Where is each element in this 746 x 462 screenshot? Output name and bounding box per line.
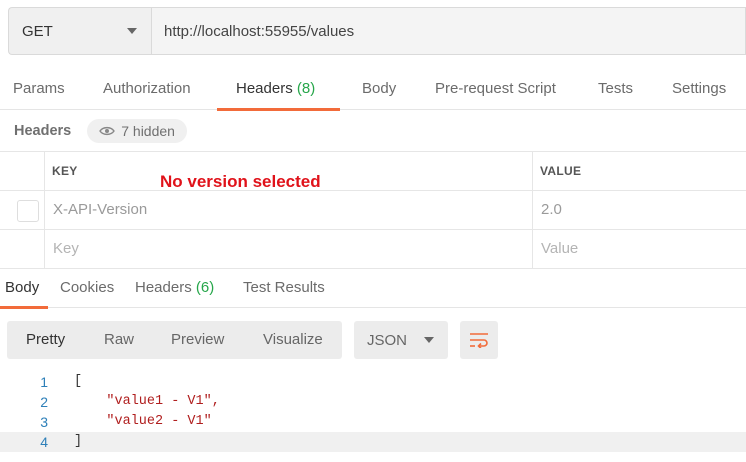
response-tabs: Body Cookies Headers (6) Test Results xyxy=(0,267,746,309)
tab-params[interactable]: Params xyxy=(13,70,65,110)
response-tab-body[interactable]: Body xyxy=(0,267,49,309)
code-string: "value2 - V1" xyxy=(74,414,212,429)
pretty-button[interactable]: Pretty xyxy=(26,321,65,359)
code-line: 3 "value2 - V1" xyxy=(0,412,746,432)
hidden-headers-toggle[interactable]: 7 hidden xyxy=(87,119,187,143)
headers-subheader: Headers 7 hidden xyxy=(14,119,187,143)
code-text: ] xyxy=(74,434,83,449)
code-line-current: 4 ] xyxy=(0,432,746,452)
headers-table: KEY VALUE X-API-Version 2.0 Key Value xyxy=(0,151,746,269)
code-line: 1 [ xyxy=(0,372,746,392)
response-tab-headers[interactable]: Headers (6) xyxy=(135,267,214,308)
tab-authorization[interactable]: Authorization xyxy=(103,70,191,110)
tab-headers[interactable]: Headers (8) xyxy=(216,70,341,111)
header-key-cell[interactable]: X-API-Version xyxy=(53,201,147,218)
column-header-value: VALUE xyxy=(540,164,582,178)
table-header-row: KEY VALUE xyxy=(0,152,746,191)
method-select[interactable]: GET xyxy=(8,7,151,55)
code-line: 2 "value1 - V1", xyxy=(0,392,746,412)
raw-button[interactable]: Raw xyxy=(104,321,134,359)
tab-body[interactable]: Body xyxy=(362,70,396,110)
method-label: GET xyxy=(22,22,53,40)
new-key-input[interactable]: Key xyxy=(53,240,79,257)
visualize-button[interactable]: Visualize xyxy=(263,321,323,359)
wrap-lines-icon xyxy=(470,333,488,348)
url-text: http://localhost:55955/values xyxy=(164,22,355,40)
line-number: 3 xyxy=(40,414,48,430)
new-value-input[interactable]: Value xyxy=(541,240,578,257)
tab-pre-request-script[interactable]: Pre-request Script xyxy=(435,70,556,110)
header-enable-checkbox[interactable] xyxy=(17,200,39,222)
line-number: 1 xyxy=(40,374,48,390)
response-tab-cookies[interactable]: Cookies xyxy=(60,267,114,308)
line-number: 2 xyxy=(40,394,48,410)
language-select[interactable]: JSON xyxy=(354,321,448,359)
annotation-text: No version selected xyxy=(160,172,321,191)
eye-icon xyxy=(99,126,116,136)
table-row: X-API-Version 2.0 xyxy=(0,191,746,230)
column-header-key: KEY xyxy=(52,164,78,178)
table-row-empty: Key Value xyxy=(0,230,746,269)
body-format-toolbar: Pretty Raw Preview Visualize xyxy=(7,321,342,359)
response-tab-test-results[interactable]: Test Results xyxy=(243,267,325,308)
headers-section-title: Headers xyxy=(14,123,72,139)
code-string: "value1 - V1", xyxy=(74,394,220,409)
chevron-down-icon xyxy=(424,337,434,343)
tab-settings[interactable]: Settings xyxy=(672,70,726,110)
hidden-count-label: 7 hidden xyxy=(121,123,175,139)
request-bar: GET http://localhost:55955/values xyxy=(8,7,746,55)
tab-tests[interactable]: Tests xyxy=(598,70,633,110)
request-tabs: Params Authorization Headers (8) Body Pr… xyxy=(0,70,746,111)
language-label: JSON xyxy=(367,331,408,349)
response-headers-count: (6) xyxy=(195,279,215,296)
url-input[interactable]: http://localhost:55955/values xyxy=(151,7,746,55)
headers-count-badge: (8) xyxy=(296,80,316,97)
format-button-group: Pretty Raw Preview Visualize xyxy=(7,321,342,359)
wrap-lines-button[interactable] xyxy=(460,321,498,359)
line-number: 4 xyxy=(40,434,48,450)
preview-button[interactable]: Preview xyxy=(171,321,224,359)
code-text: [ xyxy=(74,374,83,389)
chevron-down-icon xyxy=(127,28,137,34)
response-body-editor[interactable]: 1 [ 2 "value1 - V1", 3 "value2 - V1" 4 ] xyxy=(0,370,746,462)
header-value-cell[interactable]: 2.0 xyxy=(541,201,562,218)
